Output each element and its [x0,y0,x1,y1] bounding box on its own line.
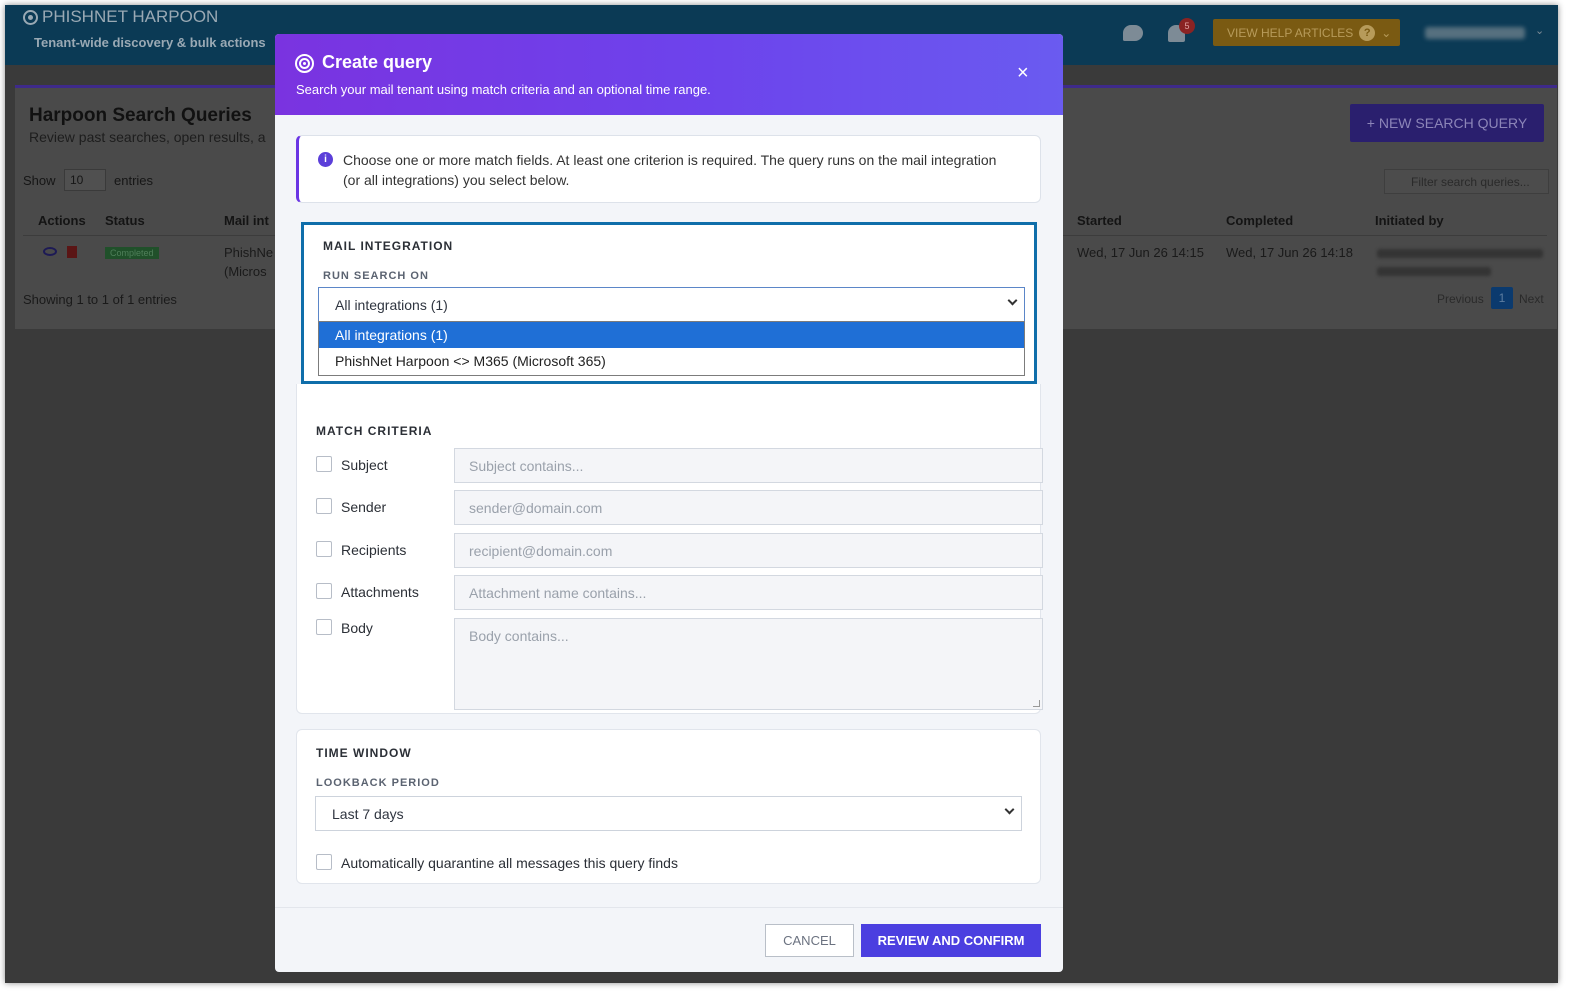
app-window: PHISHNET HARPOON Tenant-wide discovery &… [5,5,1558,983]
mail-integration-cell: PhishNe [224,245,274,260]
filter-input[interactable]: Filter search queries... [1384,169,1549,194]
match-criteria-heading: MATCH CRITERIA [316,424,433,438]
show-label: Show [23,173,56,188]
brand-tagline: Tenant-wide discovery & bulk actions [34,35,266,50]
sender-input[interactable]: sender@domain.com [454,490,1043,525]
integration-select-value: All integrations (1) [335,297,448,313]
subject-label: Subject [341,457,388,473]
create-query-modal: Create query Search your mail tenant usi… [275,34,1063,972]
footer-divider [275,907,1063,908]
subject-input[interactable]: Subject contains... [454,448,1043,483]
body-textarea[interactable]: Body contains... [454,618,1043,710]
match-criteria-section: MATCH CRITERIA Subject Subject contains.… [296,384,1043,714]
info-callout: i Choose one or more match fields. At le… [296,135,1041,203]
initiated-by-cell-2 [1377,267,1491,276]
user-menu[interactable] [1425,27,1525,39]
notification-badge: 5 [1179,18,1195,34]
close-button[interactable]: × [1017,63,1029,83]
recipients-input[interactable]: recipient@domain.com [454,533,1043,568]
chevron-down-icon: ⌄ [1381,25,1392,40]
mail-integration-cell-2: (Micros [224,264,267,279]
lookback-select[interactable]: Last 7 days [315,796,1022,831]
column-actions[interactable]: Actions [38,213,86,228]
mail-integration-heading: MAIL INTEGRATION [323,239,454,253]
trash-icon[interactable] [67,246,77,258]
time-window-section: TIME WINDOW LOOKBACK PERIOD Last 7 days … [296,729,1041,884]
info-icon: i [318,152,333,167]
question-icon: ? [1359,24,1376,41]
chevron-down-icon[interactable]: ⌄ [1535,24,1544,37]
new-search-query-button[interactable]: + NEW SEARCH QUERY [1350,104,1544,142]
help-articles-label: VIEW HELP ARTICLES [1227,25,1354,40]
sender-label: Sender [341,499,387,515]
pagination-info: Showing 1 to 1 of 1 entries [23,292,177,307]
sender-checkbox[interactable] [316,498,332,514]
help-articles-button[interactable]: VIEW HELP ARTICLES ? ⌄ [1213,19,1400,46]
recipients-checkbox[interactable] [316,541,332,557]
body-checkbox[interactable] [316,619,332,635]
target-icon [23,9,38,25]
review-and-confirm-button[interactable]: REVIEW AND CONFIRM [861,924,1041,957]
body-placeholder: Body contains... [469,628,569,644]
brand-name: PHISHNET HARPOON [42,7,219,26]
status-badge: Completed [105,247,159,259]
initiated-by-cell [1377,249,1543,258]
column-started[interactable]: Started [1077,213,1122,228]
eye-icon[interactable] [43,247,57,256]
chevron-down-icon [1007,295,1018,306]
quarantine-checkbox[interactable] [316,854,332,870]
chevron-down-icon [1004,804,1015,815]
column-status[interactable]: Status [105,213,145,228]
attachments-input[interactable]: Attachment name contains... [454,575,1043,610]
modal-title: Create query [322,52,433,72]
started-cell: Wed, 17 Jun 26 14:15 [1077,245,1204,260]
modal-subtitle: Search your mail tenant using match crit… [296,82,711,97]
info-text: Choose one or more match fields. At leas… [343,152,997,188]
pagination-previous[interactable]: Previous [1437,292,1484,306]
column-mail-integration[interactable]: Mail int [224,213,269,228]
column-initiated-by[interactable]: Initiated by [1375,213,1444,228]
lookback-select-value: Last 7 days [332,806,404,822]
column-completed[interactable]: Completed [1226,213,1293,228]
page-subtitle: Review past searches, open results, a [29,129,266,145]
modal-header: Create query Search your mail tenant usi… [275,34,1063,115]
page-size-select[interactable]: 10 [64,169,106,191]
integration-dropdown: All integrations (1) PhishNet Harpoon <>… [318,321,1025,376]
chat-icon[interactable] [1123,25,1143,41]
pagination-page-1[interactable]: 1 [1491,287,1513,309]
time-window-heading: TIME WINDOW [316,746,412,760]
integration-select[interactable]: All integrations (1) [318,287,1025,322]
pagination-next[interactable]: Next [1519,292,1544,306]
subject-checkbox[interactable] [316,456,332,472]
integration-option-all[interactable]: All integrations (1) [319,322,1024,348]
cancel-button[interactable]: CANCEL [765,924,854,957]
brand[interactable]: PHISHNET HARPOON [23,7,218,27]
body-label: Body [341,620,373,636]
page-title: Harpoon Search Queries [29,105,252,126]
quarantine-label[interactable]: Automatically quarantine all messages th… [341,855,678,871]
lookback-period-label: LOOKBACK PERIOD [316,777,440,789]
attachments-label: Attachments [341,584,419,600]
recipients-label: Recipients [341,542,407,558]
integration-option-m365[interactable]: PhishNet Harpoon <> M365 (Microsoft 365) [319,348,1024,374]
target-icon [295,54,314,73]
run-search-on-label: RUN SEARCH ON [323,270,429,282]
mail-integration-section: MAIL INTEGRATION RUN SEARCH ON All integ… [301,222,1037,384]
resize-handle-icon[interactable] [1033,700,1040,707]
entries-label: entries [114,173,154,188]
completed-cell: Wed, 17 Jun 26 14:18 [1226,245,1353,260]
attachments-checkbox[interactable] [316,583,332,599]
